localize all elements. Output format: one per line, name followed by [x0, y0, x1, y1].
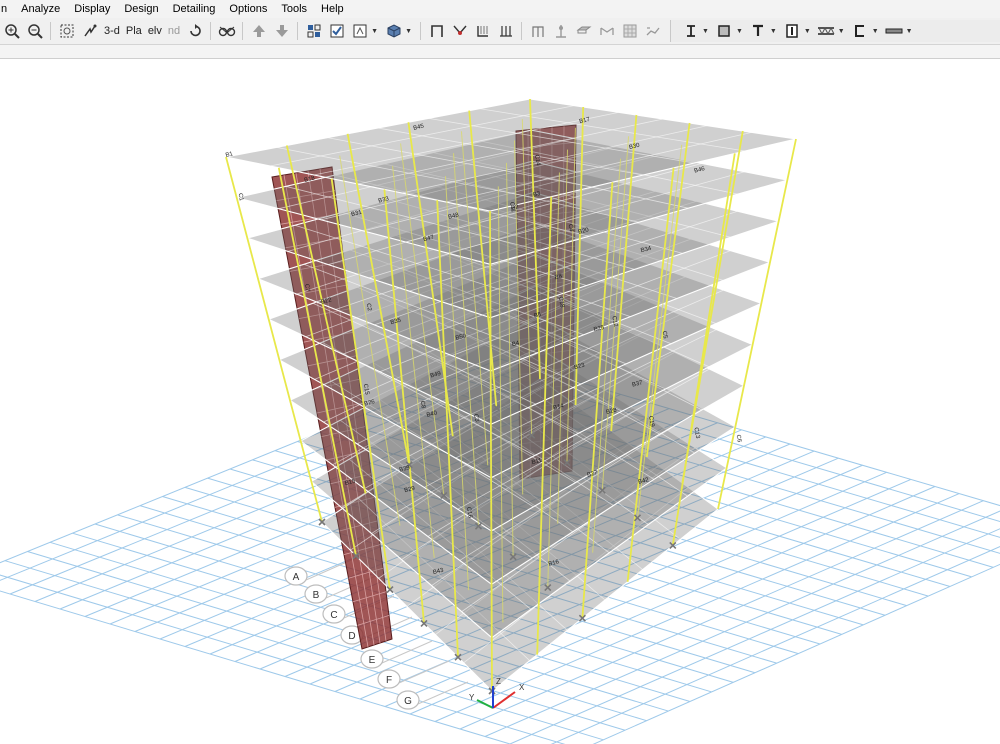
toolbar-separator: [521, 22, 522, 40]
draw-brace-icon[interactable]: [449, 21, 470, 42]
chevron-down-icon[interactable]: ▼: [770, 28, 777, 35]
axis-label: Y: [469, 693, 475, 702]
chevron-down-icon[interactable]: ▼: [736, 28, 743, 35]
menu-detailing[interactable]: Detailing: [166, 0, 223, 18]
menu-help[interactable]: Help: [314, 0, 351, 18]
view-3d-button[interactable]: 3-d: [102, 21, 122, 42]
draw-columns-icon[interactable]: [495, 21, 516, 42]
menu-tools[interactable]: Tools: [274, 0, 314, 18]
chevron-down-icon[interactable]: ▼: [702, 28, 709, 35]
model-3d-viewport[interactable]: A B C D E F G B1 B2 B3 B4 B5 B8 B11 B14 B15 B16 B17 B18 B20…: [0, 59, 1000, 744]
chevron-down-icon[interactable]: ▼: [838, 28, 845, 35]
zoom-window-icon[interactable]: [56, 21, 77, 42]
zoom-in-icon[interactable]: [1, 21, 22, 42]
draw-slab-icon[interactable]: [573, 21, 594, 42]
checkbox-select-icon[interactable]: [326, 21, 347, 42]
menu-analyze[interactable]: Analyze: [14, 0, 67, 18]
status-strip: [0, 45, 1000, 59]
chevron-down-icon[interactable]: ▼: [405, 28, 412, 35]
move-down-icon[interactable]: [271, 21, 292, 42]
grid-bubble-label: D: [348, 631, 355, 642]
menu-item-partial[interactable]: n: [0, 0, 14, 18]
display-options-icon[interactable]: [349, 21, 370, 42]
chevron-down-icon[interactable]: ▼: [371, 28, 378, 35]
move-up-icon[interactable]: [248, 21, 269, 42]
draw-wall-icon[interactable]: [472, 21, 493, 42]
chevron-down-icon[interactable]: ▼: [872, 28, 879, 35]
pan-icon[interactable]: [79, 21, 100, 42]
draw-frame-bays-icon[interactable]: [527, 21, 548, 42]
grid-bubble-label: B: [313, 590, 320, 601]
draw-deck-icon[interactable]: [596, 21, 617, 42]
section-toolbar: ▼ ▼ ▼ ▼ ▼ ▼ ▼: [670, 20, 1000, 42]
axis-label: X: [519, 683, 525, 692]
column-label: C6: [735, 434, 742, 443]
flat-bar-icon[interactable]: [884, 21, 905, 42]
rotate-icon[interactable]: [184, 21, 205, 42]
grid-bubble-label: C: [330, 610, 337, 621]
toolbar-separator: [297, 22, 299, 40]
grid-bubble-label: E: [369, 655, 376, 666]
grid-bubble-label: A: [293, 572, 300, 583]
draw-point-icon[interactable]: [550, 21, 571, 42]
y-axis: [476, 699, 494, 709]
menu-bar: n Analyze Display Design Detailing Optio…: [0, 0, 1000, 18]
menu-options[interactable]: Options: [222, 0, 274, 18]
chevron-down-icon[interactable]: ▼: [906, 28, 913, 35]
grid-bubble-leader: [398, 660, 450, 684]
channel-section-icon[interactable]: [850, 21, 871, 42]
draw-stairs-icon[interactable]: [642, 21, 663, 42]
menu-design[interactable]: Design: [117, 0, 165, 18]
i-section-icon[interactable]: [680, 21, 701, 42]
menu-display[interactable]: Display: [67, 0, 117, 18]
grid-bubble-label: G: [404, 696, 412, 707]
wide-flange-icon[interactable]: [782, 21, 803, 42]
object-grid-icon[interactable]: [303, 21, 324, 42]
box-section-icon[interactable]: [714, 21, 735, 42]
toolbar-separator: [242, 22, 244, 40]
tee-section-icon[interactable]: [748, 21, 769, 42]
model-3d-view[interactable]: ABCDEFGB1B2B3B4B5B8B11B14B15B16B17B18B20…: [0, 59, 1000, 744]
zoom-out-icon[interactable]: [24, 21, 45, 42]
main-toolbar: 3-d Pla elv nd ▼ ▼ ▼ ▼ ▼ ▼ ▼ ▼ ▼: [0, 18, 1000, 45]
perspective-icon[interactable]: [216, 21, 237, 42]
toolbar-separator: [210, 22, 212, 40]
draw-area-icon[interactable]: [619, 21, 640, 42]
view-nd-button[interactable]: nd: [166, 21, 182, 42]
view-elevation-button[interactable]: elv: [146, 21, 164, 42]
chevron-down-icon[interactable]: ▼: [804, 28, 811, 35]
grid-bubble-label: F: [386, 675, 392, 686]
object-shading-icon[interactable]: [383, 21, 404, 42]
toolbar-separator: [420, 22, 421, 40]
axis-label: Z: [496, 677, 501, 686]
grid-bubble-leader: [417, 681, 469, 705]
view-plan-button[interactable]: Pla: [124, 21, 144, 42]
toolbar-separator: [50, 22, 51, 40]
joist-section-icon[interactable]: [816, 21, 837, 42]
draw-frame-icon[interactable]: [426, 21, 447, 42]
